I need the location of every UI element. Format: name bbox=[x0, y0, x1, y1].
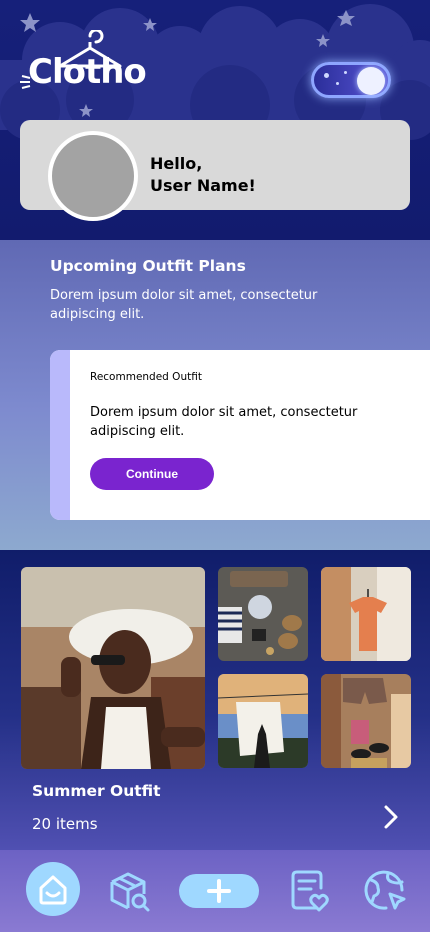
nav-explore-button[interactable] bbox=[362, 868, 408, 914]
plus-icon bbox=[207, 879, 231, 903]
plans-description: Dorem ipsum dolor sit amet, consectetur … bbox=[50, 288, 318, 322]
home-icon bbox=[39, 875, 67, 905]
logo-text: Clotho bbox=[28, 52, 147, 92]
chevron-right-icon[interactable] bbox=[378, 803, 404, 831]
star-icon bbox=[336, 82, 339, 85]
nav-add-button[interactable] bbox=[179, 874, 259, 908]
outfit-photo-hanging-shirt[interactable] bbox=[321, 567, 411, 661]
star-icon bbox=[344, 71, 347, 74]
card-accent-bar bbox=[50, 350, 70, 520]
greeting-username: User Name! bbox=[150, 176, 256, 195]
continue-button[interactable]: Continue bbox=[90, 458, 214, 490]
greeting: Hello, User Name! bbox=[150, 153, 256, 197]
plans-title: Upcoming Outfit Plans bbox=[50, 257, 246, 275]
card-text: Dorem ipsum dolor sit amet, consectetur … bbox=[90, 405, 358, 439]
recommended-outfit-card[interactable]: Recommended Outfit Dorem ipsum dolor sit… bbox=[50, 350, 430, 520]
nav-home-button[interactable] bbox=[26, 862, 80, 916]
star-icon bbox=[324, 73, 329, 78]
outfit-photo-clothesline[interactable] bbox=[218, 674, 308, 768]
globe-icon bbox=[364, 870, 406, 910]
outfit-title: Summer Outfit bbox=[32, 782, 161, 800]
outfit-photo-main[interactable] bbox=[21, 567, 205, 769]
toggle-knob bbox=[357, 67, 385, 95]
greeting-hello: Hello, bbox=[150, 154, 203, 173]
list-heart-icon bbox=[291, 870, 329, 912]
box-search-icon bbox=[110, 872, 150, 912]
nav-wardrobe-search-button[interactable] bbox=[106, 868, 152, 914]
outfit-item-count: 20 items bbox=[32, 815, 98, 833]
outfit-photo-flatlay[interactable] bbox=[218, 567, 308, 661]
outfit-photo-shorts[interactable] bbox=[321, 674, 411, 768]
nav-wishlist-button[interactable] bbox=[287, 868, 331, 914]
theme-toggle[interactable] bbox=[311, 62, 391, 98]
card-label: Recommended Outfit bbox=[90, 371, 202, 383]
avatar[interactable] bbox=[48, 131, 138, 221]
